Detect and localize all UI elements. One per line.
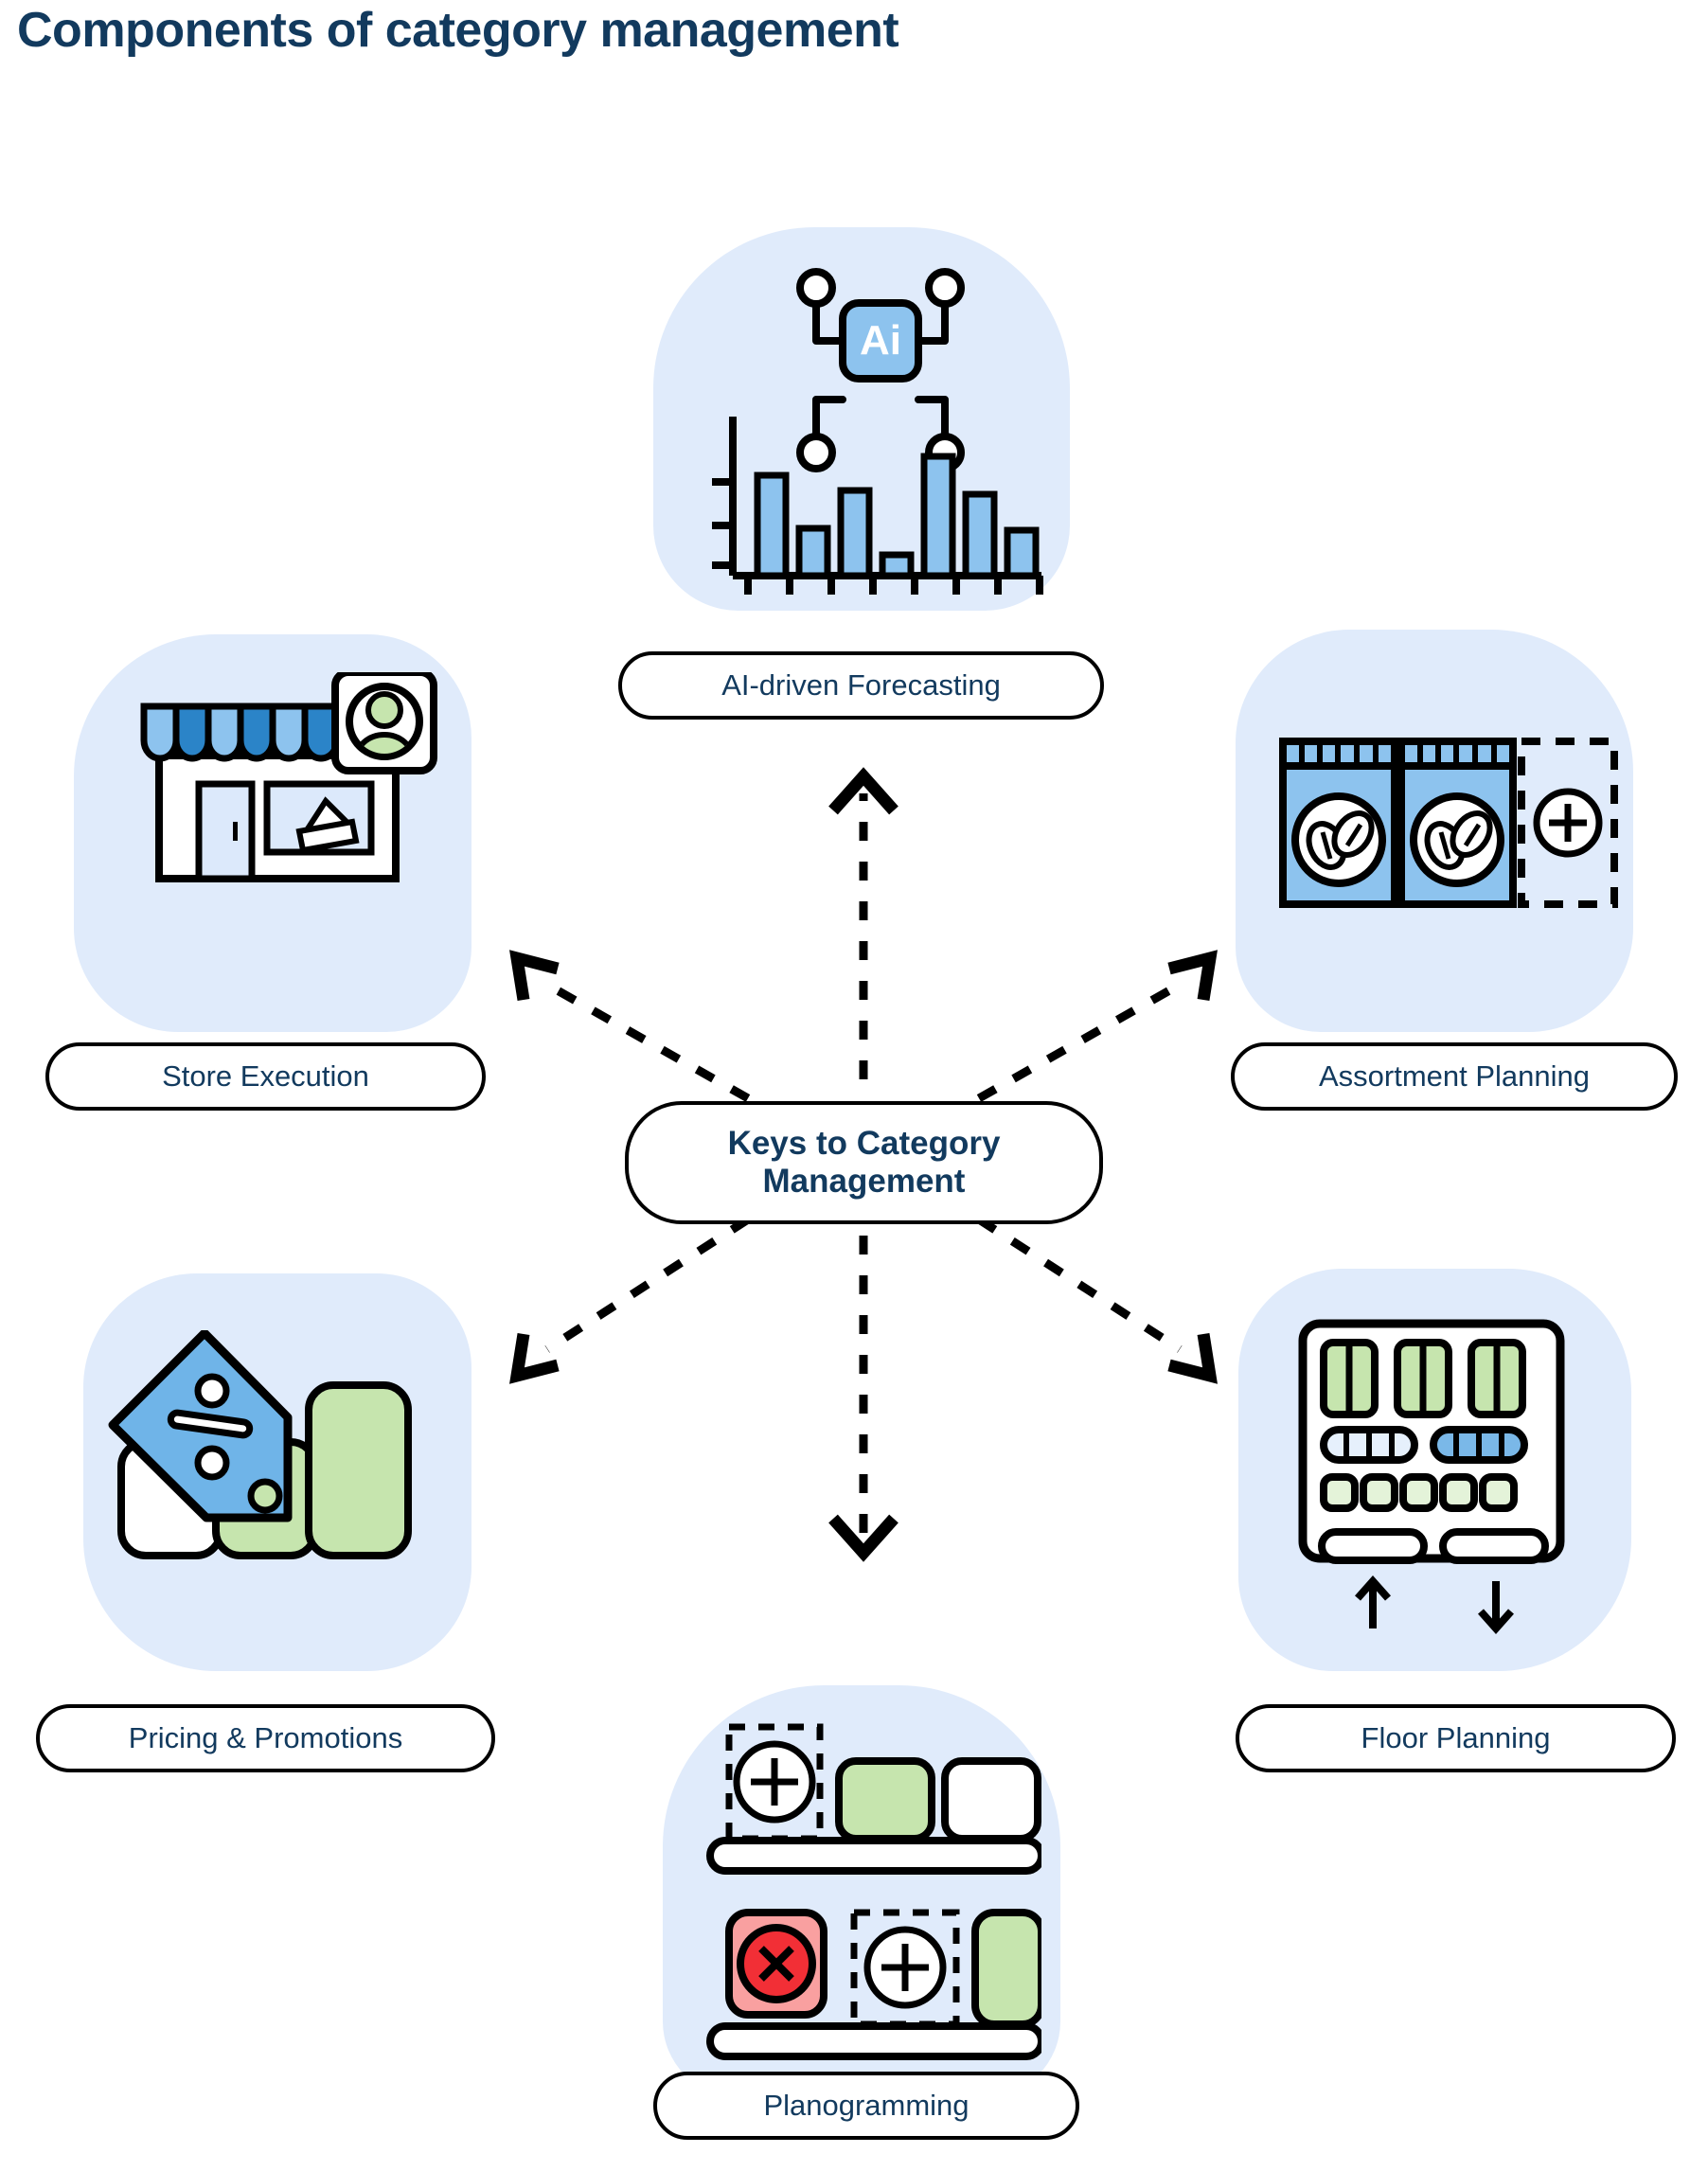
arrowhead-bottom-left	[509, 1332, 560, 1384]
planogram-item-green-top	[835, 1757, 935, 1842]
arrowhead-bottom-right	[1167, 1332, 1218, 1384]
chart-bar	[754, 472, 790, 579]
chart-bar	[920, 453, 956, 579]
coffee-package	[1279, 738, 1398, 908]
arrow-line-bottom-right	[976, 1216, 1183, 1353]
chip-node-bottom-left	[796, 433, 836, 472]
coffee-packages-icon	[1279, 738, 1618, 908]
storefront-icon	[140, 672, 437, 882]
arrowhead-top	[828, 767, 898, 815]
label-pricing-promotions[interactable]: Pricing & Promotions	[36, 1704, 495, 1772]
store-door	[195, 780, 256, 882]
center-hub[interactable]: Keys to Category Management	[625, 1101, 1103, 1224]
arrow-line-top-left	[544, 981, 751, 1102]
planogram-item-green-bottom	[971, 1909, 1041, 2028]
promo-card-green-tall	[305, 1381, 412, 1559]
arrowhead-bottom	[828, 1514, 898, 1562]
label-floor-planning[interactable]: Floor Planning	[1236, 1704, 1676, 1772]
chip-node-top-right	[925, 268, 965, 308]
chart-bar	[1004, 526, 1040, 579]
label-ai-driven-forecasting[interactable]: AI-driven Forecasting	[618, 651, 1104, 720]
label-text: AI-driven Forecasting	[721, 668, 1001, 703]
price-tag-icon	[108, 1330, 412, 1559]
shelf-planogram-icon	[706, 1723, 1041, 2060]
planogram-item-removed	[725, 1909, 827, 2019]
label-text: Assortment Planning	[1318, 1059, 1591, 1094]
label-text: Floor Planning	[1361, 1721, 1551, 1755]
center-hub-label-line2: Management	[762, 1163, 966, 1200]
chart-bar	[879, 551, 915, 579]
chip-node-top-left	[796, 268, 836, 308]
label-store-execution[interactable]: Store Execution	[45, 1042, 486, 1111]
label-text: Planogramming	[763, 2089, 970, 2123]
chart-bar	[962, 490, 998, 579]
planogram-shelf-top	[706, 1837, 1041, 1875]
chart-bar	[837, 487, 873, 579]
chart-bars	[754, 453, 1040, 579]
floorplan-shelf-row-light	[1320, 1426, 1418, 1464]
price-tag-dot-mid	[194, 1445, 230, 1481]
label-planogramming[interactable]: Planogramming	[653, 2072, 1079, 2140]
label-assortment-planning[interactable]: Assortment Planning	[1231, 1042, 1678, 1111]
ai-forecasting-icon: Ai	[712, 268, 1043, 595]
floorplan-shelf-row-blue	[1430, 1426, 1528, 1464]
label-text: Store Execution	[162, 1059, 369, 1094]
arrowhead-top-right	[1167, 950, 1218, 1002]
planogram-add-slot-top	[725, 1723, 824, 1842]
arrowhead-top-left	[509, 950, 560, 1002]
price-tag-dot-bottom	[247, 1478, 283, 1514]
price-tag-dot-top	[194, 1373, 230, 1409]
store-door-handle	[233, 822, 238, 841]
floorplan-small-units	[1320, 1473, 1518, 1512]
coffee-package	[1397, 738, 1517, 908]
page-title: Components of category management	[17, 3, 899, 58]
planogram-shelf-bottom	[706, 2022, 1041, 2060]
chart-bar	[795, 525, 831, 579]
arrow-line-top-right	[976, 981, 1183, 1102]
store-floorplan-icon	[1298, 1319, 1565, 1635]
add-product-slot	[1518, 738, 1618, 908]
floorplan-flow-arrows	[1355, 1575, 1514, 1635]
center-hub-label-line1: Keys to Category	[727, 1124, 1001, 1162]
arrow-line-bottom-left	[544, 1216, 751, 1353]
label-text: Pricing & Promotions	[128, 1721, 403, 1755]
ai-chip-label: Ai	[860, 317, 901, 364]
planogram-item-white-top	[941, 1757, 1041, 1842]
planogram-add-slot-bottom	[850, 1909, 960, 2028]
